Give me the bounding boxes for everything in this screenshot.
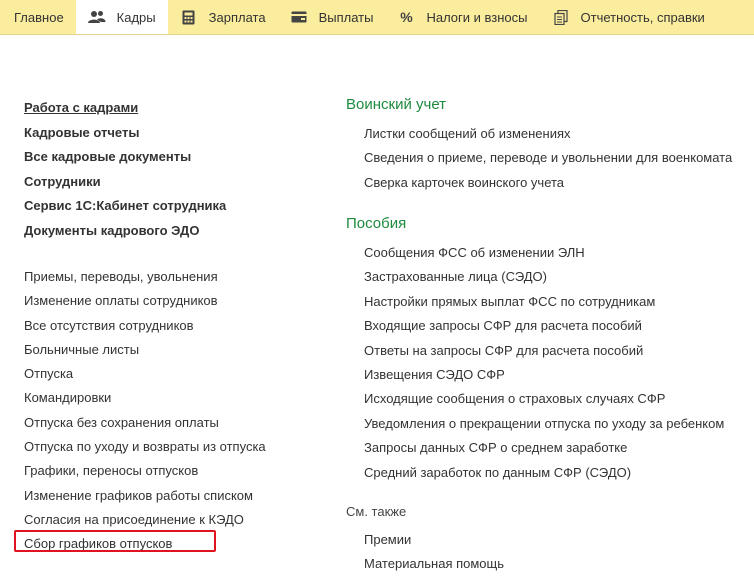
highlight-box	[14, 530, 216, 552]
link-change-notice-sheets[interactable]: Листки сообщений об изменениях	[364, 122, 732, 146]
link-incoming-sfr-requests[interactable]: Входящие запросы СФР для расчета пособий	[364, 314, 724, 338]
link-employee-cabinet[interactable]: Сервис 1С:Кабинет сотрудника	[24, 194, 266, 219]
wallet-icon	[290, 9, 308, 25]
tab-payments[interactable]: Выплаты	[278, 0, 386, 34]
documents-icon	[552, 9, 570, 25]
link-kedo-consents[interactable]: Согласия на присоединение к КЭДО	[24, 508, 266, 532]
calculator-icon	[180, 9, 198, 25]
link-direct-payments-settings[interactable]: Настройки прямых выплат ФСС по сотрудник…	[364, 290, 724, 314]
link-bonuses[interactable]: Премии	[364, 528, 504, 552]
link-hr-reports[interactable]: Кадровые отчеты	[24, 121, 266, 146]
link-financial-aid[interactable]: Материальная помощь	[364, 552, 504, 576]
tab-taxes[interactable]: % Налоги и взносы	[385, 0, 539, 34]
link-average-earnings-requests[interactable]: Запросы данных СФР о среднем заработке	[364, 436, 724, 460]
tab-label: Зарплата	[208, 9, 266, 25]
section-nav-bar: Главное Кадры Зарплата Выплаты % Налоги …	[0, 0, 754, 35]
link-fss-eln-messages[interactable]: Сообщения ФСС об изменении ЭЛН	[364, 241, 724, 265]
link-sick-leaves[interactable]: Больничные листы	[24, 338, 266, 362]
tab-label: Выплаты	[318, 9, 374, 25]
tab-label: Налоги и взносы	[426, 9, 528, 25]
link-all-hr-documents[interactable]: Все кадровые документы	[24, 145, 266, 170]
tab-main[interactable]: Главное	[0, 0, 76, 34]
link-outgoing-insurance-messages[interactable]: Исходящие сообщения о страховых случаях …	[364, 387, 724, 411]
link-parental-leaves[interactable]: Отпуска по уходу и возвраты из отпуска	[24, 435, 266, 459]
tab-label: Отчетность, справки	[580, 9, 705, 25]
link-hirings-transfers[interactable]: Приемы, переводы, увольнения	[24, 265, 266, 289]
percent-icon: %	[400, 9, 413, 25]
link-military-office-reports[interactable]: Сведения о приеме, переводе и увольнении…	[364, 146, 732, 170]
link-employees[interactable]: Сотрудники	[24, 170, 266, 195]
link-sedo-notices[interactable]: Извещения СЭДО СФР	[364, 363, 724, 387]
section-title-military: Воинский учет	[346, 96, 447, 113]
tab-label: Главное	[14, 9, 64, 25]
link-vacations[interactable]: Отпуска	[24, 362, 266, 386]
benefits-section: Пособия	[346, 215, 406, 232]
link-sfr-request-answers[interactable]: Ответы на запросы СФР для расчета пособи…	[364, 339, 724, 363]
hr-main-links: Работа с кадрами Кадровые отчеты Все кад…	[24, 96, 266, 557]
link-business-trips[interactable]: Командировки	[24, 386, 266, 410]
military-links: Листки сообщений об изменениях Сведения …	[364, 122, 732, 195]
link-vacation-schedules[interactable]: Графики, переносы отпусков	[24, 459, 266, 483]
tab-salary[interactable]: Зарплата	[168, 0, 278, 34]
link-hr-edo-documents[interactable]: Документы кадрового ЭДО	[24, 219, 266, 244]
link-average-earnings-sedo[interactable]: Средний заработок по данным СФР (СЭДО)	[364, 461, 724, 485]
link-salary-changes[interactable]: Изменение оплаты сотрудников	[24, 289, 266, 313]
link-work-schedule-changes[interactable]: Изменение графиков работы списком	[24, 484, 266, 508]
people-icon	[87, 9, 106, 25]
link-hr-work[interactable]: Работа с кадрами	[24, 96, 266, 121]
link-insured-persons[interactable]: Застрахованные лица (СЭДО)	[364, 265, 724, 289]
tab-label: Кадры	[116, 9, 156, 25]
section-title-see-also: См. также	[346, 504, 407, 519]
benefits-links: Сообщения ФСС об изменении ЭЛН Застрахов…	[364, 241, 724, 485]
see-also-links: Премии Материальная помощь	[364, 528, 504, 577]
see-also-section: См. также	[346, 504, 406, 519]
link-military-cards-check[interactable]: Сверка карточек воинского учета	[364, 171, 732, 195]
link-parental-leave-termination[interactable]: Уведомления о прекращении отпуска по ухо…	[364, 412, 724, 436]
section-title-benefits: Пособия	[346, 215, 407, 232]
tab-reports[interactable]: Отчетность, справки	[540, 0, 717, 34]
link-all-absences[interactable]: Все отсутствия сотрудников	[24, 314, 266, 338]
military-section: Воинский учет	[346, 96, 446, 113]
tab-hr[interactable]: Кадры	[75, 0, 168, 34]
link-unpaid-leaves[interactable]: Отпуска без сохранения оплаты	[24, 411, 266, 435]
